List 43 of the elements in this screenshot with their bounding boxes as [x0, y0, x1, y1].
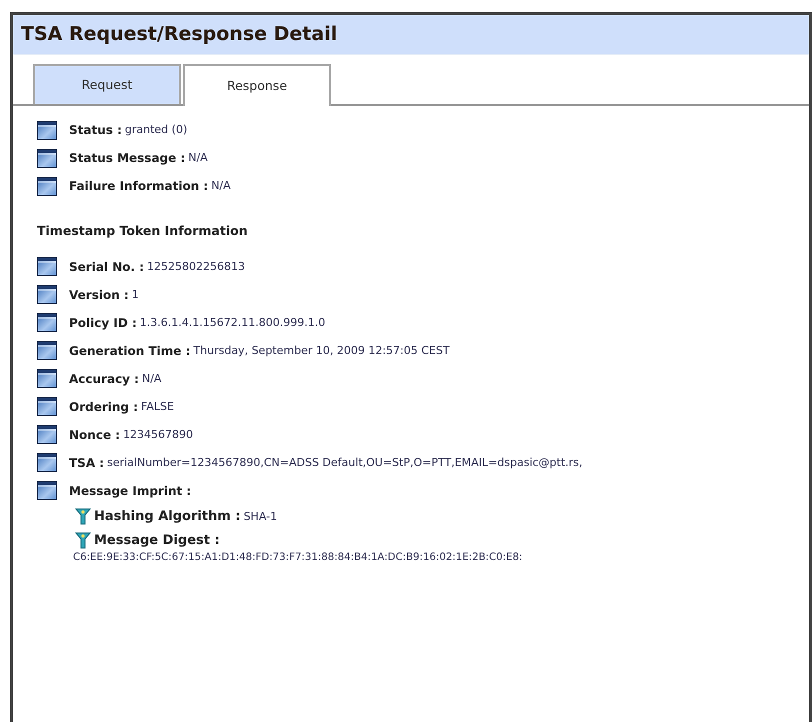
window-icon: [37, 481, 57, 500]
field-label: TSA :: [69, 454, 104, 472]
field-label: Hashing Algorithm :: [94, 508, 241, 526]
field-label: Message Imprint :: [69, 482, 192, 500]
window-title: TSA Request/Response Detail: [21, 22, 338, 48]
field-label: Accuracy :: [69, 370, 139, 388]
field-label: Serial No. :: [69, 258, 144, 276]
field-value: N/A: [211, 178, 231, 194]
field-value: C6:EE:9E:33:CF:5C:67:15:A1:D1:48:FD:73:F7:31:88:84:B4:1A:DC:B9:16:02:1E:2B:C0:E8:: [72, 550, 524, 565]
window-icon: [37, 397, 57, 416]
tab[interactable]: Request: [33, 64, 181, 104]
field-label: Status Message :: [69, 150, 186, 167]
window-icon: [37, 148, 57, 168]
window-icon: [37, 257, 57, 276]
section-heading: Timestamp Token Information: [36, 222, 249, 240]
field-value: serialNumber=1234567890,CN=ADSS Default,OU=StP,O=PTT,EMAIL=dspasic@ptt.rs,: [107, 454, 582, 470]
field-label: Status :: [69, 122, 122, 139]
field-value: FALSE: [141, 398, 174, 414]
field-label: Policy ID :: [69, 314, 137, 332]
window-icon: [37, 369, 57, 388]
field-value: 12525802256813: [147, 258, 246, 274]
tab[interactable]: Response: [183, 64, 331, 106]
field-label: Failure Information :: [69, 178, 208, 195]
window-icon: [37, 313, 57, 332]
field-label: Nonce :: [69, 426, 120, 444]
window-icon: [37, 425, 57, 444]
field-label: Message Digest :: [94, 532, 220, 550]
field-value: 1: [132, 286, 139, 302]
field-value: N/A: [142, 370, 162, 386]
field-value: N/A: [188, 150, 208, 166]
field-label: Version :: [69, 286, 129, 304]
field-value: SHA-1: [244, 508, 278, 524]
window-icon: [37, 120, 57, 140]
field-value: 1234567890: [123, 426, 194, 442]
window-icon: [37, 453, 57, 472]
field-label: Ordering :: [69, 398, 138, 416]
field-value: granted (0): [124, 122, 188, 138]
window-icon: [37, 341, 57, 360]
field-value: Thursday, September 10, 2009 12:57:05 CEST: [193, 342, 450, 358]
field-value: 1.3.6.1.4.1.15672.11.800.999.1.0: [140, 314, 326, 330]
field-label: Generation Time :: [69, 342, 190, 360]
window-icon: [37, 176, 57, 196]
window-icon: [37, 285, 57, 304]
